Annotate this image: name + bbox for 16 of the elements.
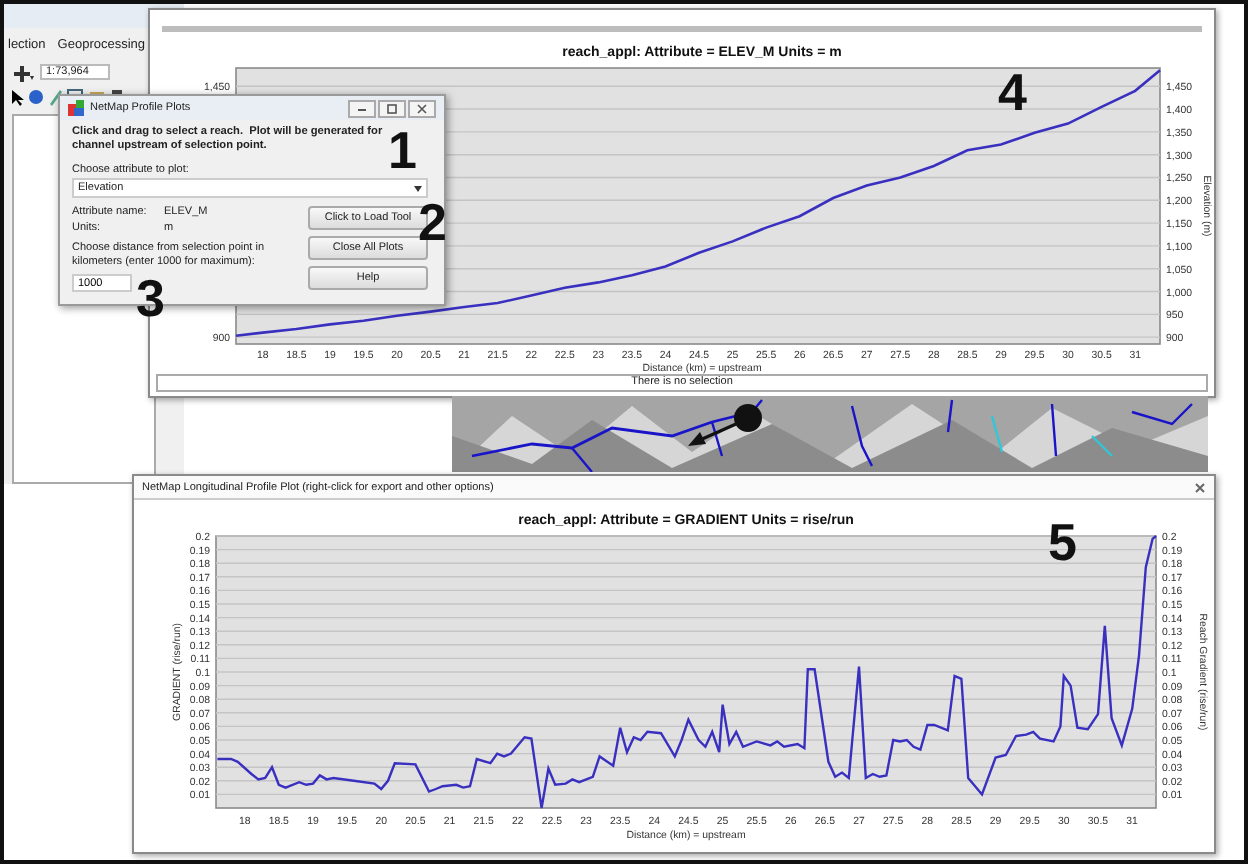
close-icon [416,103,428,113]
maximize-icon [386,103,398,113]
marker-dot [734,404,762,432]
close-icon[interactable] [1194,481,1206,493]
close-button[interactable] [408,99,436,117]
callout-number: 4 [998,66,1027,118]
app-icon [68,100,84,116]
maximize-button[interactable] [378,99,406,117]
minimize-button[interactable] [348,99,376,117]
callout-number: 5 [1048,516,1077,568]
arrow [688,422,737,446]
add-data-icon[interactable] [12,63,36,81]
callout-number: 1 [388,124,417,176]
minimize-icon [356,103,368,113]
callout-number: 3 [136,272,165,324]
caret-icon [414,185,422,191]
